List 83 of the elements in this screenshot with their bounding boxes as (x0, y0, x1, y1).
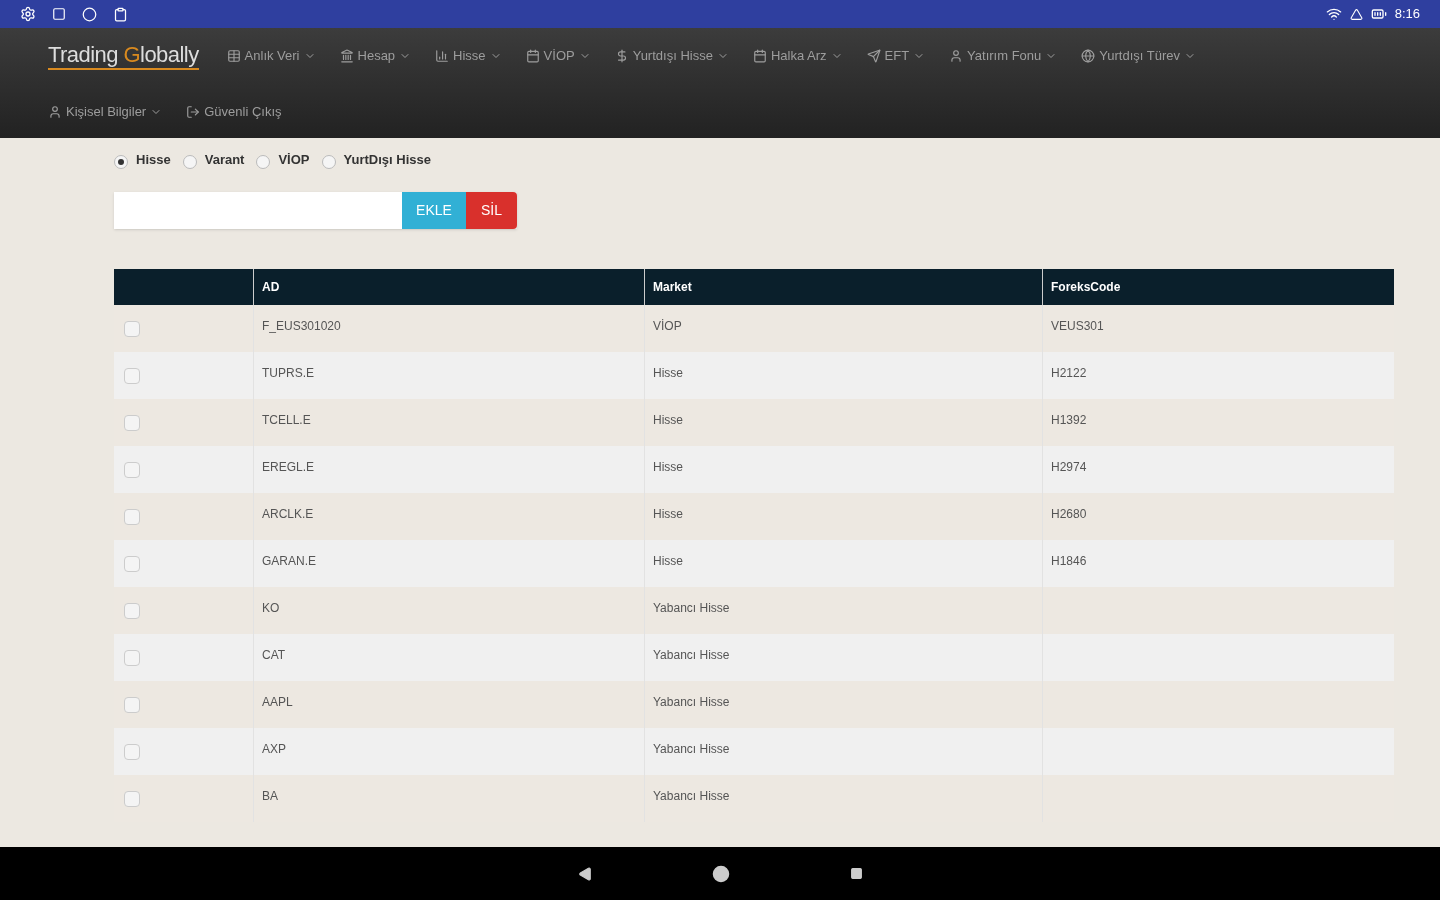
row-checkbox[interactable] (124, 462, 140, 478)
row-checkbox[interactable] (124, 791, 140, 807)
nav-menu-item[interactable]: Kişisel Bilgiler (36, 84, 175, 140)
radio-label: YurtDışı Hisse (343, 151, 431, 170)
nav-menu-item[interactable]: Hisse (423, 28, 514, 84)
square-icon (52, 7, 66, 21)
wifi-icon (1325, 6, 1342, 22)
table-cell: Yabancı Hisse (653, 742, 730, 756)
bar-chart-icon (435, 49, 450, 63)
row-checkbox[interactable] (124, 321, 140, 337)
table-cell: TCELL.E (262, 413, 311, 427)
table-cell: TUPRS.E (262, 366, 314, 380)
home-icon[interactable] (711, 864, 730, 883)
radio-button[interactable] (182, 155, 197, 169)
row-checkbox[interactable] (124, 368, 140, 384)
nav-menu-item[interactable]: Halka Arz (740, 28, 855, 84)
add-button[interactable]: EKLE (402, 192, 466, 229)
row-checkbox[interactable] (124, 415, 140, 431)
row-checkbox[interactable] (124, 603, 140, 619)
table-cell: H1392 (1051, 413, 1087, 427)
table-cell: CAT (262, 648, 286, 662)
table-cell: H2974 (1051, 460, 1087, 474)
calendar-icon (525, 49, 540, 63)
row-checkbox[interactable] (124, 744, 140, 760)
row-checkbox[interactable] (124, 697, 140, 713)
battery-icon (1370, 6, 1387, 22)
column-header: ForeksCode (1050, 279, 1122, 296)
nav-menu-item[interactable]: Anlık Veri (214, 28, 328, 84)
calendar-icon (752, 49, 767, 63)
table-cell: Yabancı Hisse (653, 789, 730, 803)
table-cell: VİOP (653, 319, 682, 333)
table-cell: BA (262, 789, 278, 803)
table-cell: AXP (262, 742, 286, 756)
brand-logo[interactable]: Trading Globally (48, 42, 199, 70)
row-checkbox[interactable] (124, 650, 140, 666)
table-cell: AAPL (262, 695, 293, 709)
bank-icon (339, 49, 354, 63)
table-cell: H2680 (1051, 507, 1087, 521)
radio-label: Hisse (136, 151, 171, 170)
recents-icon[interactable] (849, 867, 863, 880)
logout-icon (186, 105, 201, 119)
nav-menu-item[interactable]: Yurtdışı Türev (1069, 28, 1208, 84)
table-cell: H2122 (1051, 366, 1087, 380)
nav-menu-item[interactable]: Hesap (327, 28, 424, 84)
user-icon (48, 105, 62, 119)
table-cell: KO (262, 601, 280, 615)
table-cell: GARAN.E (262, 554, 316, 568)
table-cell: Hisse (653, 366, 683, 380)
table-cell: Hisse (653, 554, 683, 568)
table-cell: Yabancı Hisse (653, 695, 730, 709)
symbol-input-field[interactable] (114, 192, 402, 229)
user-icon (949, 49, 964, 63)
table-cell: Hisse (653, 460, 683, 474)
radio-label: Varant (204, 151, 245, 170)
back-icon[interactable] (577, 866, 592, 881)
table-cell: Hisse (653, 413, 683, 427)
clock-time: 8:16 (1394, 5, 1420, 24)
nav-menu-item[interactable]: Güvenli Çıkış (174, 84, 294, 140)
table-cell: VEUS301 (1051, 319, 1104, 333)
clipboard-icon (113, 6, 128, 22)
table-cell: EREGL.E (262, 460, 315, 474)
radio-button[interactable] (114, 155, 128, 169)
nav-menu-item[interactable]: Yatırım Fonu (937, 28, 1070, 84)
nav-menu-item[interactable]: Yurtdışı Hisse (602, 28, 741, 84)
table-cell: Yabancı Hisse (653, 601, 730, 615)
table-icon (226, 49, 241, 63)
row-checkbox[interactable] (124, 509, 140, 525)
gear-icon (20, 6, 36, 22)
globe-icon (1081, 49, 1096, 63)
table-cell: H1846 (1051, 554, 1087, 568)
paper-plane-icon (866, 49, 881, 63)
radio-button[interactable] (321, 155, 336, 169)
table-cell: Hisse (653, 507, 683, 521)
circle-icon (82, 6, 97, 22)
table-cell: F_EUS301020 (262, 319, 341, 333)
table-cell: ARCLK.E (262, 507, 314, 521)
radio-button[interactable] (256, 155, 271, 169)
nav-menu-item[interactable]: VİOP (513, 28, 603, 84)
table-cell: Yabancı Hisse (653, 648, 730, 662)
nav-menu-item[interactable]: EFT (854, 28, 938, 84)
delete-button[interactable]: SİL (466, 192, 517, 229)
row-checkbox[interactable] (124, 556, 140, 572)
radio-label: VİOP (278, 151, 310, 170)
